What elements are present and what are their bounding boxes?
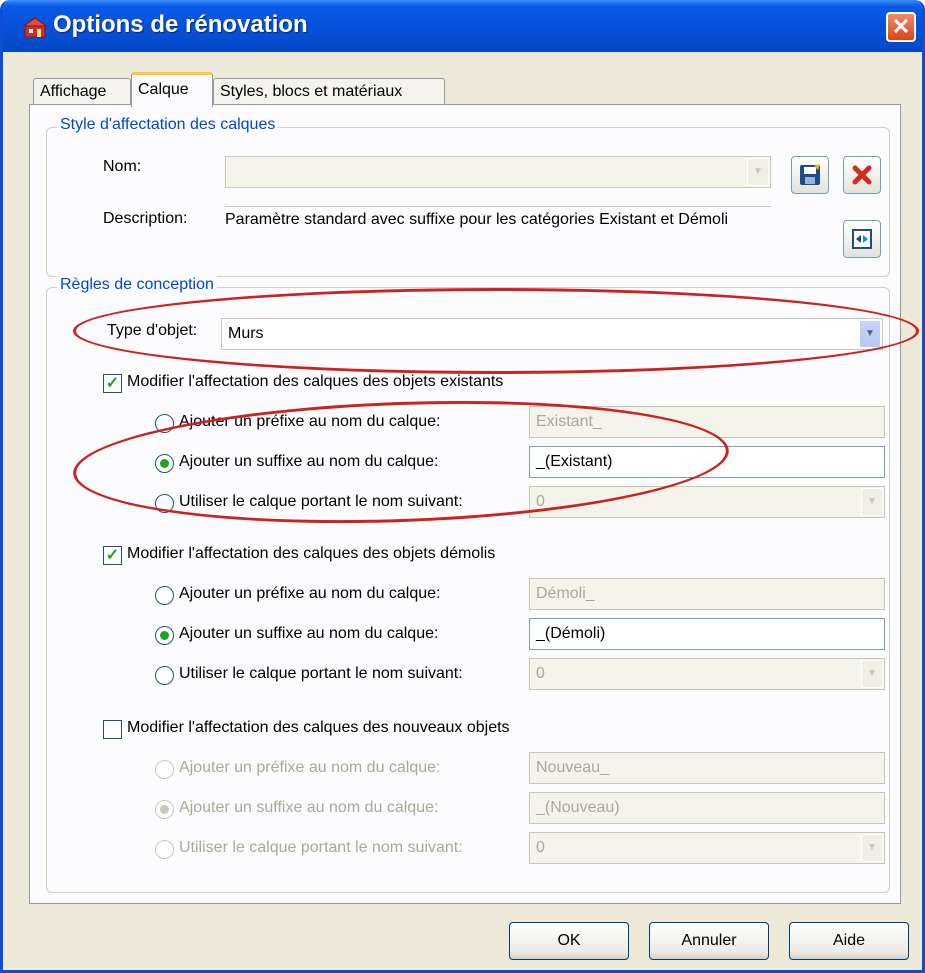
new-prefix-input[interactable]: Nouveau_	[529, 752, 885, 784]
close-icon: ✕	[891, 14, 911, 39]
description-value: Paramètre standard avec suffixe pour les…	[225, 206, 771, 230]
renovation-app-icon	[23, 17, 47, 38]
existing-suffix-label: Ajouter un suffixe au nom du calque:	[179, 453, 439, 470]
demolished-prefix-input[interactable]: Démoli_	[529, 578, 885, 610]
new-named-layer-combo[interactable]: 0 ▼	[529, 832, 885, 864]
new-suffix-label: Ajouter un suffixe au nom du calque:	[179, 799, 439, 816]
close-button[interactable]: ✕	[886, 12, 916, 42]
tab-calque[interactable]: Calque	[131, 72, 213, 107]
demolished-named-layer-label: Utiliser le calque portant le nom suivan…	[179, 665, 463, 682]
object-type-combo[interactable]: Murs ▼	[221, 318, 883, 350]
new-suffix-input[interactable]: _(Nouveau)	[529, 792, 885, 824]
name-label: Nom:	[103, 158, 142, 175]
existing-suffix-input[interactable]: _(Existant)	[529, 446, 885, 478]
tab-panel-calque: Style d'affectation des calques Nom: ▼ D…	[29, 104, 901, 904]
existing-suffix-radio[interactable]	[155, 454, 174, 473]
existing-prefix-label: Ajouter un préfixe au nom du calque:	[179, 413, 441, 430]
demolished-prefix-radio[interactable]	[155, 586, 174, 605]
import-export-icon	[852, 229, 872, 249]
chevron-down-icon[interactable]: ▼	[861, 834, 883, 862]
delete-style-button[interactable]	[843, 156, 881, 194]
existing-named-layer-value: 0	[536, 493, 545, 510]
new-prefix-radio[interactable]	[155, 760, 174, 779]
save-icon	[800, 164, 820, 185]
existing-objects-checkbox-label: Modifier l'affectation des calques des o…	[127, 373, 504, 390]
existing-prefix-radio[interactable]	[155, 414, 174, 433]
cancel-button[interactable]: Annuler	[649, 922, 769, 960]
existing-named-layer-label: Utiliser le calque portant le nom suivan…	[179, 493, 463, 510]
demolished-named-layer-radio[interactable]	[155, 666, 174, 685]
ok-button[interactable]: OK	[509, 922, 629, 960]
style-group: Style d'affectation des calques Nom: ▼ D…	[46, 116, 890, 277]
demolished-objects-checkbox-label: Modifier l'affectation des calques des o…	[127, 545, 496, 562]
existing-prefix-input[interactable]: Existant_	[529, 406, 885, 438]
new-named-layer-label: Utiliser le calque portant le nom suivan…	[179, 839, 463, 856]
title-bar[interactable]: Options de rénovation ✕	[3, 0, 922, 52]
demolished-objects-checkbox[interactable]: ✓	[103, 546, 122, 565]
design-rules-legend: Règles de conception	[57, 276, 217, 294]
new-objects-checkbox-label: Modifier l'affectation des calques des n…	[127, 719, 510, 736]
demolished-named-layer-value: 0	[536, 665, 545, 682]
description-label: Description:	[103, 210, 188, 227]
new-named-layer-value: 0	[536, 839, 545, 856]
demolished-suffix-radio[interactable]	[155, 626, 174, 645]
chevron-down-icon[interactable]: ▼	[861, 660, 883, 688]
object-type-label: Type d'objet:	[107, 322, 198, 339]
design-rules-group: Règles de conception Type d'objet: Murs …	[46, 276, 890, 893]
import-style-button[interactable]	[843, 220, 881, 258]
chevron-down-icon[interactable]: ▼	[747, 158, 769, 186]
save-style-button[interactable]	[791, 156, 829, 194]
demolished-suffix-input[interactable]: _(Démoli)	[529, 618, 885, 650]
existing-named-layer-combo[interactable]: 0 ▼	[529, 486, 885, 518]
existing-named-layer-radio[interactable]	[155, 494, 174, 513]
name-combo[interactable]: ▼	[225, 156, 771, 188]
delete-icon	[852, 165, 872, 185]
help-button[interactable]: Aide	[789, 922, 909, 960]
demolished-suffix-label: Ajouter un suffixe au nom du calque:	[179, 625, 439, 642]
style-group-legend: Style d'affectation des calques	[57, 116, 279, 134]
chevron-down-icon[interactable]: ▼	[861, 488, 883, 516]
window-title: Options de rénovation	[53, 11, 308, 38]
new-prefix-label: Ajouter un préfixe au nom du calque:	[179, 759, 441, 776]
demolished-prefix-label: Ajouter un préfixe au nom du calque:	[179, 585, 441, 602]
new-objects-checkbox[interactable]	[103, 720, 122, 739]
tab-styles-blocs-materiaux[interactable]: Styles, blocs et matériaux	[213, 78, 445, 106]
tab-affichage[interactable]: Affichage	[33, 78, 131, 106]
dialog-window: Options de rénovation ✕ Affichage Calque…	[0, 0, 925, 973]
object-type-value: Murs	[228, 325, 264, 342]
existing-objects-checkbox[interactable]: ✓	[103, 374, 122, 393]
chevron-down-icon[interactable]: ▼	[859, 320, 881, 348]
new-suffix-radio[interactable]	[155, 800, 174, 819]
demolished-named-layer-combo[interactable]: 0 ▼	[529, 658, 885, 690]
new-named-layer-radio[interactable]	[155, 840, 174, 859]
